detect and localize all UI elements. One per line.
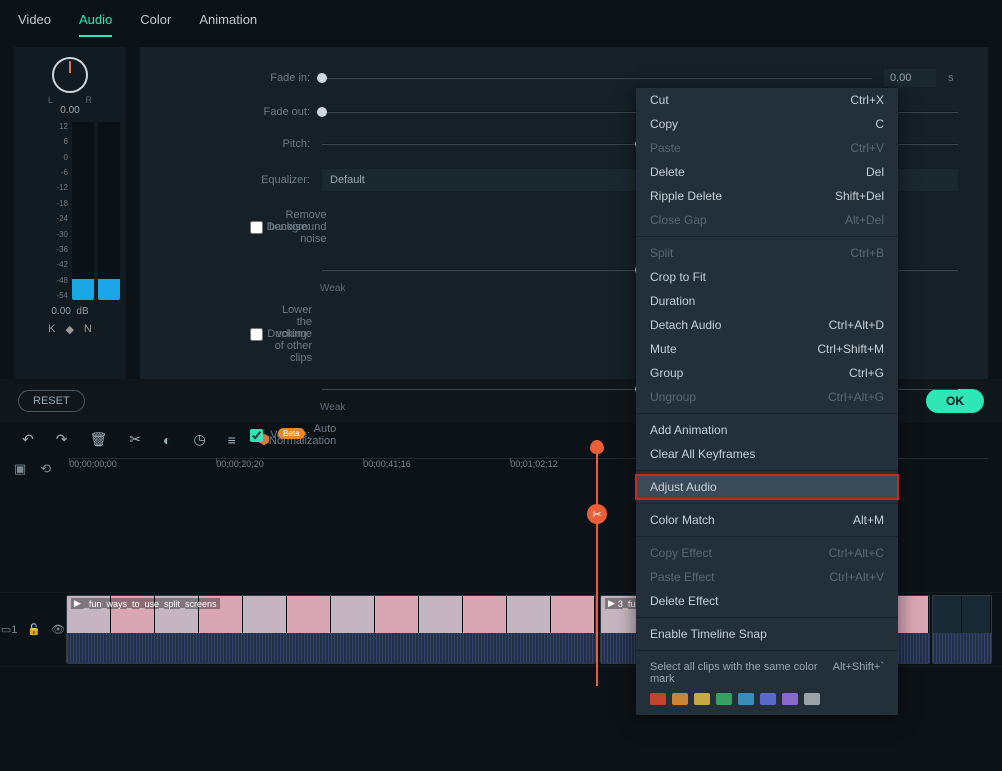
ctx-color-match[interactable]: Color MatchAlt+M	[636, 508, 898, 532]
pan-left-label: L	[48, 95, 53, 105]
ctx-paste: PasteCtrl+V	[636, 136, 898, 160]
crop-icon[interactable]: ◐	[163, 432, 171, 448]
snap-icon[interactable]: ⟲	[40, 461, 51, 477]
track-visible-icon[interactable]: 👁	[51, 623, 65, 636]
fade-out-label: Fade out:	[248, 106, 310, 118]
toggle-track-height-icon[interactable]: ▣	[14, 461, 26, 477]
clip-3[interactable]	[932, 595, 992, 664]
ctx-group[interactable]: GroupCtrl+G	[636, 361, 898, 385]
reset-button[interactable]: RESET	[18, 390, 85, 412]
play-icon: ▶	[608, 598, 615, 609]
redo-icon[interactable]: ↷	[56, 431, 68, 448]
ducking-checkbox[interactable]: Lower the volume of other clips	[250, 304, 312, 364]
denoise-check-label: Remove background noise	[269, 209, 326, 245]
swatch-2[interactable]	[672, 693, 688, 705]
beta-badge: Beta	[278, 428, 304, 439]
playhead-marker-icon[interactable]	[590, 440, 604, 454]
timecode-0: 00;00;00;00	[69, 459, 117, 469]
playhead[interactable]: ✂	[596, 450, 598, 686]
ducking-check-label: Lower the volume of other clips	[269, 304, 312, 364]
ctx-copy[interactable]: CopyC	[636, 112, 898, 136]
playhead-split-icon[interactable]: ✂	[587, 504, 607, 524]
timecode-1: 00;00;20;20	[216, 459, 264, 469]
swatch-3[interactable]	[694, 693, 710, 705]
ctx-paste-effect: Paste EffectCtrl+Alt+V	[636, 565, 898, 589]
ctx-crop[interactable]: Crop to Fit	[636, 265, 898, 289]
denoise-weak-label: Weak	[320, 283, 345, 294]
fade-in-label: Fade in:	[248, 72, 310, 84]
pan-right-label: R	[86, 95, 93, 105]
ctx-select-color-note: Select all clips with the same color mar…	[636, 655, 898, 689]
pan-value: 0.00	[20, 105, 120, 116]
fade-in-value[interactable]	[884, 69, 936, 87]
timecode-2: 00;00;41;16	[363, 459, 411, 469]
track-video-icon: ▭1	[1, 623, 18, 636]
ctx-mute[interactable]: MuteCtrl+Shift+M	[636, 337, 898, 361]
ctx-close-gap: Close GapAlt+Del	[636, 208, 898, 232]
denoise-checkbox[interactable]: Remove background noise	[250, 209, 312, 245]
tab-video[interactable]: Video	[18, 8, 51, 37]
ctx-delete-effect[interactable]: Delete Effect	[636, 589, 898, 613]
ctx-detach-audio[interactable]: Detach AudioCtrl+Alt+D	[636, 313, 898, 337]
ctx-add-animation[interactable]: Add Animation	[636, 418, 898, 442]
vu-value: 0.00	[51, 306, 70, 317]
track-lock-icon[interactable]: 🔓	[27, 623, 41, 636]
context-menu: CutCtrl+X CopyC PasteCtrl+V DeleteDel Ri…	[636, 88, 898, 715]
pitch-label: Pitch:	[248, 138, 310, 150]
timecode-3: 00;01;02;12	[510, 459, 558, 469]
ctx-timeline-snap[interactable]: Enable Timeline Snap	[636, 622, 898, 646]
fade-in-unit: s	[948, 72, 958, 84]
adjust-icon[interactable]: ≡	[228, 432, 236, 448]
vu-right	[98, 122, 120, 300]
swatch-7[interactable]	[782, 693, 798, 705]
fade-in-slider[interactable]	[322, 71, 872, 85]
clip-1-label: _fun_ways_to_use_split_screens	[84, 599, 217, 609]
split-icon[interactable]: ✂	[129, 431, 141, 448]
ducking-weak-label: Weak	[320, 402, 345, 413]
swatch-1[interactable]	[650, 693, 666, 705]
add-keyframe-icon[interactable]: ◆	[65, 323, 73, 336]
equalizer-label: Equalizer:	[248, 174, 310, 186]
ctx-ripple-delete[interactable]: Ripple DeleteShift+Del	[636, 184, 898, 208]
vu-unit: dB	[76, 306, 88, 317]
tab-color[interactable]: Color	[140, 8, 171, 37]
ctx-copy-effect: Copy EffectCtrl+Alt+C	[636, 541, 898, 565]
ctx-color-swatches	[636, 689, 898, 715]
pan-dial[interactable]	[52, 57, 88, 93]
next-keyframe-icon[interactable]: N	[84, 323, 92, 336]
ctx-delete[interactable]: DeleteDel	[636, 160, 898, 184]
tab-animation[interactable]: Animation	[199, 8, 257, 37]
prev-keyframe-icon[interactable]: K	[48, 323, 55, 336]
tab-audio[interactable]: Audio	[79, 8, 112, 37]
swatch-8[interactable]	[804, 693, 820, 705]
delete-icon[interactable]: 🗑	[89, 431, 107, 448]
ctx-adjust-audio[interactable]: Adjust Audio	[636, 475, 898, 499]
swatch-5[interactable]	[738, 693, 754, 705]
swatch-6[interactable]	[760, 693, 776, 705]
ctx-cut[interactable]: CutCtrl+X	[636, 88, 898, 112]
vu-scale: 1260-6-12-18-24-30-36-42-48-54	[50, 122, 68, 300]
ctx-split: SplitCtrl+B	[636, 241, 898, 265]
ctx-clear-keyframes[interactable]: Clear All Keyframes	[636, 442, 898, 466]
swatch-4[interactable]	[716, 693, 732, 705]
meter-panel: L R 0.00 1260-6-12-18-24-30-36-42-48-54 0…	[14, 47, 126, 379]
clip-1[interactable]: ▶_fun_ways_to_use_split_screens	[66, 595, 596, 664]
vu-left	[72, 122, 94, 300]
tab-bar: Video Audio Color Animation	[0, 0, 1002, 37]
speed-icon[interactable]: ◷	[193, 431, 205, 448]
play-icon: ▶	[74, 598, 81, 609]
ctx-ungroup: UngroupCtrl+Alt+G	[636, 385, 898, 409]
ctx-duration[interactable]: Duration	[636, 289, 898, 313]
undo-icon[interactable]: ↶	[22, 431, 34, 448]
